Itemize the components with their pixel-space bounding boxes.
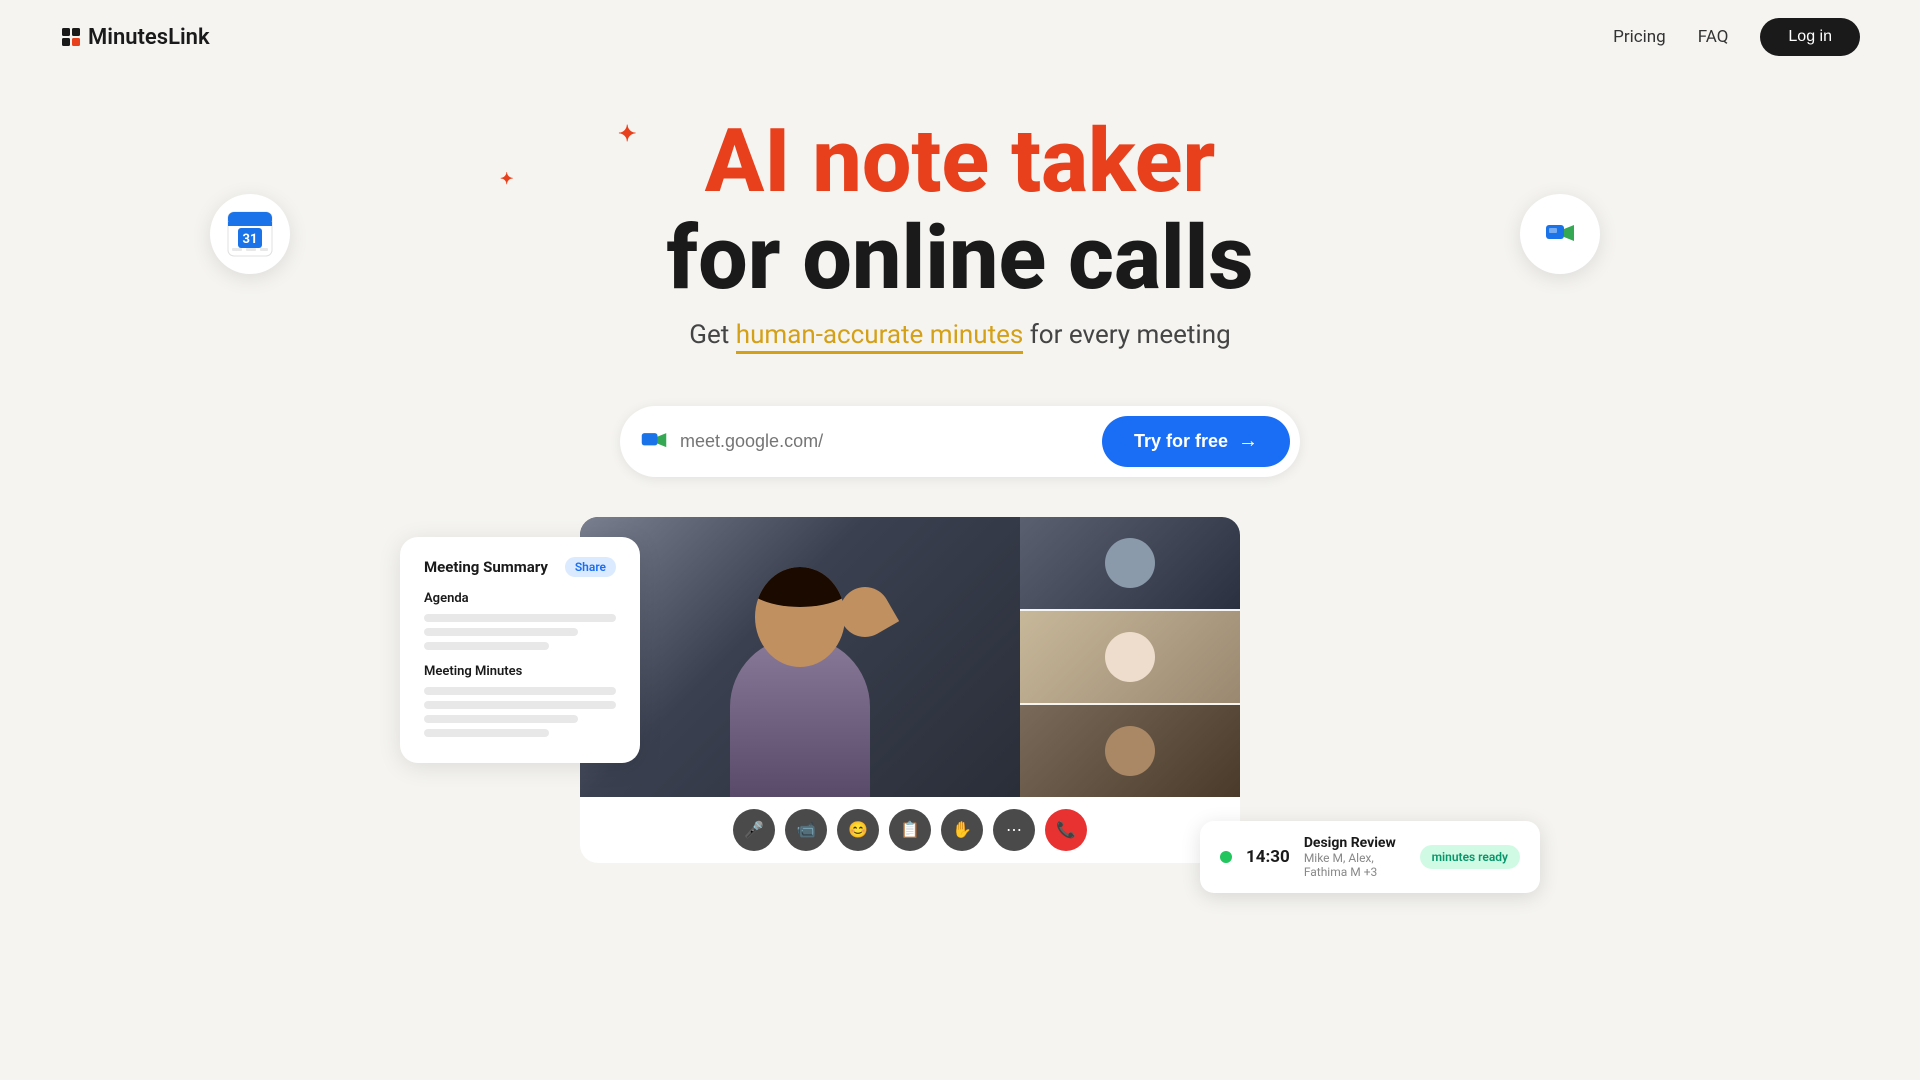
hero-title-plain: for online calls bbox=[666, 207, 1253, 310]
logo-icon bbox=[60, 26, 82, 48]
controls-bar: 🎤 📹 😊 📋 ✋ ⋯ 📞 bbox=[580, 797, 1240, 863]
pricing-link[interactable]: Pricing bbox=[1613, 27, 1666, 47]
minutes-line-3 bbox=[424, 715, 578, 723]
google-meet-icon bbox=[1520, 194, 1600, 274]
notification-bar: 14:30 Design Review Mike M, Alex, Fathim… bbox=[1200, 821, 1540, 893]
agenda-line-3 bbox=[424, 642, 549, 650]
notif-people: Mike M, Alex, Fathima M +3 bbox=[1304, 851, 1406, 879]
search-bar-section: Try for free → bbox=[0, 406, 1920, 477]
faq-link[interactable]: FAQ bbox=[1698, 27, 1729, 47]
subtitle-highlight: human-accurate minutes bbox=[736, 320, 1024, 354]
end-call-button[interactable]: 📞 bbox=[1045, 809, 1087, 851]
hero-title-colored: AI note taker bbox=[705, 110, 1216, 213]
search-input[interactable] bbox=[680, 431, 1090, 452]
minutes-line-2 bbox=[424, 701, 616, 709]
demo-area: Meeting Summary Share Agenda Meeting Min… bbox=[460, 517, 1460, 863]
summary-card: Meeting Summary Share Agenda Meeting Min… bbox=[400, 537, 640, 763]
video-button[interactable]: 📹 bbox=[785, 809, 827, 851]
person-avatar-3 bbox=[1105, 726, 1155, 776]
side-video-1 bbox=[1020, 517, 1240, 609]
agenda-line-1 bbox=[424, 614, 616, 622]
main-video-bg bbox=[580, 517, 1020, 797]
side-videos bbox=[1020, 517, 1240, 797]
hero-title: AI note taker for online calls bbox=[0, 114, 1920, 308]
minutes-line-1 bbox=[424, 687, 616, 695]
person-silhouette bbox=[710, 557, 890, 797]
try-free-button[interactable]: Try for free → bbox=[1102, 416, 1290, 467]
subtitle-post: for every meeting bbox=[1023, 320, 1230, 350]
sparkle-icon-2: ✦ bbox=[500, 169, 513, 188]
side-video-3-content bbox=[1020, 705, 1240, 797]
google-calendar-icon: 31 bbox=[210, 194, 290, 274]
meet-input-icon bbox=[640, 427, 668, 455]
search-bar: Try for free → bbox=[620, 406, 1300, 477]
notif-time: 14:30 bbox=[1246, 847, 1290, 867]
video-grid bbox=[580, 517, 1240, 797]
side-video-2 bbox=[1020, 611, 1240, 703]
login-button[interactable]: Log in bbox=[1760, 18, 1860, 56]
share-badge[interactable]: Share bbox=[565, 557, 616, 577]
mute-button[interactable]: 🎤 bbox=[733, 809, 775, 851]
agenda-line-2 bbox=[424, 628, 578, 636]
minutes-label: Meeting Minutes bbox=[424, 664, 616, 679]
more-button[interactable]: ⋯ bbox=[993, 809, 1035, 851]
notif-meeting-name: Design Review bbox=[1304, 835, 1406, 851]
gmeet-svg bbox=[1544, 218, 1576, 250]
agenda-label: Agenda bbox=[424, 591, 616, 606]
hand-button[interactable]: ✋ bbox=[941, 809, 983, 851]
hero-section: ✦ ✦ 31 AI note taker for online calls bbox=[0, 74, 1920, 370]
gcal-svg: 31 bbox=[224, 208, 276, 260]
notif-ready-badge: minutes ready bbox=[1420, 845, 1520, 869]
share-screen-button[interactable]: 📋 bbox=[889, 809, 931, 851]
status-dot bbox=[1220, 851, 1232, 863]
logo[interactable]: MinutesLink bbox=[60, 25, 210, 50]
try-free-label: Try for free bbox=[1134, 431, 1228, 452]
side-video-2-content bbox=[1020, 611, 1240, 703]
hero-subtitle: Get human-accurate minutes for every mee… bbox=[0, 320, 1920, 350]
summary-card-title: Meeting Summary bbox=[424, 558, 548, 576]
main-video bbox=[580, 517, 1020, 797]
logo-text: MinutesLink bbox=[88, 25, 210, 50]
side-video-3 bbox=[1020, 705, 1240, 797]
minutes-line-4 bbox=[424, 729, 549, 737]
person-avatar-1 bbox=[1105, 538, 1155, 588]
arrow-icon: → bbox=[1238, 430, 1258, 453]
person-hair bbox=[755, 567, 845, 607]
person-head bbox=[755, 567, 845, 667]
svg-text:31: 31 bbox=[243, 232, 258, 247]
navbar: MinutesLink Pricing FAQ Log in bbox=[0, 0, 1920, 74]
subtitle-pre: Get bbox=[689, 320, 735, 350]
emoji-button[interactable]: 😊 bbox=[837, 809, 879, 851]
sparkle-icon-1: ✦ bbox=[618, 122, 636, 147]
person-avatar-2 bbox=[1105, 632, 1155, 682]
notif-info: Design Review Mike M, Alex, Fathima M +3 bbox=[1304, 835, 1406, 879]
summary-card-header: Meeting Summary Share bbox=[424, 557, 616, 577]
video-container: 🎤 📹 😊 📋 ✋ ⋯ 📞 bbox=[580, 517, 1240, 863]
side-video-1-content bbox=[1020, 517, 1240, 609]
nav-links: Pricing FAQ Log in bbox=[1613, 18, 1860, 56]
